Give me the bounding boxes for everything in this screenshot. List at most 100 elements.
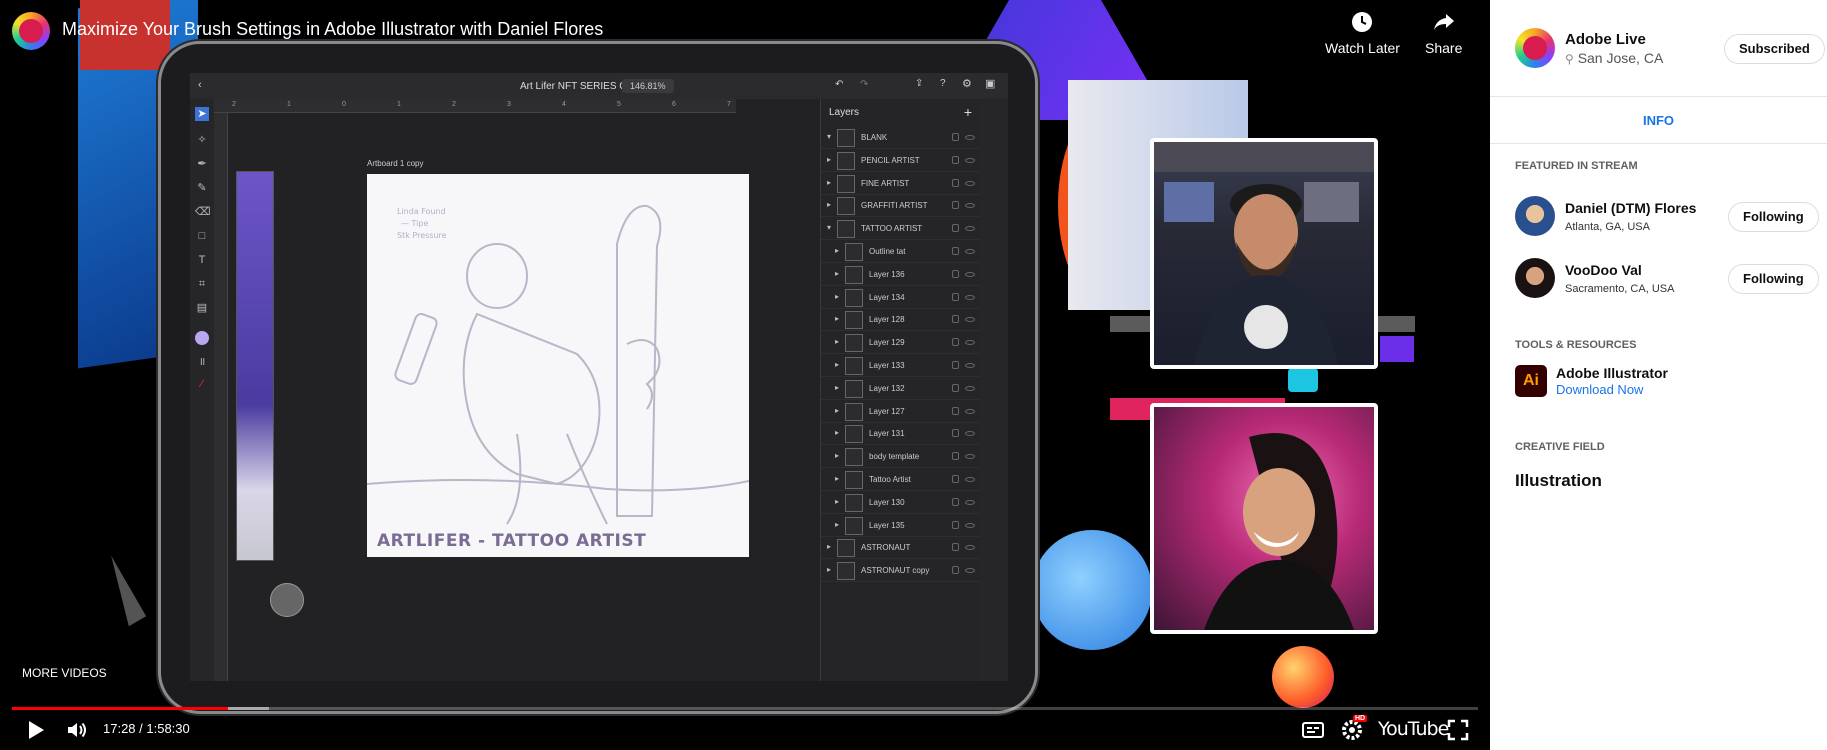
lock-icon[interactable] bbox=[952, 338, 959, 347]
lock-icon[interactable] bbox=[952, 497, 959, 506]
chevron-right-icon[interactable]: ▸ bbox=[827, 542, 831, 551]
video-title[interactable]: Maximize Your Brush Settings in Adobe Il… bbox=[62, 19, 603, 40]
tab-info[interactable]: INFO bbox=[1490, 98, 1827, 144]
visibility-eye-icon[interactable] bbox=[965, 180, 975, 186]
captions-icon[interactable] bbox=[1301, 718, 1325, 742]
lock-icon[interactable] bbox=[952, 155, 959, 164]
chevron-right-icon[interactable]: ▸ bbox=[835, 314, 839, 323]
layer-row[interactable]: ▸ Layer 131 bbox=[821, 423, 981, 446]
visibility-eye-icon[interactable] bbox=[965, 363, 975, 368]
visibility-eye-icon[interactable] bbox=[965, 203, 975, 209]
visibility-eye-icon[interactable] bbox=[965, 157, 975, 163]
avatar-daniel-flores[interactable] bbox=[1515, 196, 1555, 236]
lock-icon[interactable] bbox=[952, 292, 959, 301]
following-button-1[interactable]: Following bbox=[1728, 202, 1819, 232]
layer-row[interactable]: ▸ Layer 133 bbox=[821, 355, 981, 377]
youtube-logo[interactable]: YouTube bbox=[1378, 718, 1449, 740]
chevron-right-icon[interactable]: ▸ bbox=[835, 406, 839, 415]
settings-button[interactable]: HD bbox=[1340, 715, 1368, 742]
lock-icon[interactable] bbox=[952, 406, 959, 415]
visibility-eye-icon[interactable] bbox=[965, 271, 975, 277]
layer-row[interactable]: ▸ ASTRONAUT bbox=[821, 537, 981, 560]
chevron-down-icon[interactable]: ▾ bbox=[827, 223, 831, 232]
subscribed-button[interactable]: Subscribed bbox=[1724, 34, 1825, 64]
layer-row[interactable]: ▸ Layer 135 bbox=[821, 515, 981, 537]
chevron-right-icon[interactable]: ▸ bbox=[827, 178, 831, 187]
visibility-eye-icon[interactable] bbox=[965, 477, 975, 482]
lock-icon[interactable] bbox=[952, 383, 959, 392]
lock-icon[interactable] bbox=[952, 452, 959, 461]
layer-row[interactable]: ▸ Layer 132 bbox=[821, 378, 981, 400]
chevron-right-icon[interactable]: ▸ bbox=[835, 428, 839, 437]
lock-icon[interactable] bbox=[952, 224, 959, 233]
lock-icon[interactable] bbox=[952, 543, 959, 552]
chevron-right-icon[interactable]: ▸ bbox=[835, 292, 839, 301]
visibility-eye-icon[interactable] bbox=[965, 294, 975, 300]
video-player[interactable]: Maximize Your Brush Settings in Adobe Il… bbox=[0, 0, 1490, 750]
chevron-down-icon[interactable]: ▾ bbox=[827, 132, 831, 141]
channel-name[interactable]: Adobe Live bbox=[1565, 31, 1646, 48]
layer-row[interactable]: ▸ PENCIL ARTIST bbox=[821, 150, 981, 172]
layer-row[interactable]: ▾ TATTOO ARTIST bbox=[821, 218, 981, 241]
visibility-eye-icon[interactable] bbox=[965, 340, 975, 346]
lock-icon[interactable] bbox=[952, 475, 959, 483]
visibility-eye-icon[interactable] bbox=[965, 135, 975, 140]
layer-row[interactable]: ▸ Tattoo Artist bbox=[821, 469, 981, 491]
chevron-right-icon[interactable]: ▸ bbox=[835, 520, 839, 529]
more-videos-button[interactable]: MORE VIDEOS bbox=[22, 666, 107, 680]
chevron-right-icon[interactable]: ▸ bbox=[835, 474, 839, 483]
lock-icon[interactable] bbox=[952, 361, 959, 369]
fullscreen-icon[interactable] bbox=[1446, 718, 1470, 742]
lock-icon[interactable] bbox=[952, 429, 959, 438]
progress-bar[interactable] bbox=[12, 707, 1478, 710]
featured-name-1[interactable]: Daniel (DTM) Flores bbox=[1565, 200, 1696, 216]
lock-icon[interactable] bbox=[952, 315, 959, 324]
creative-field-value[interactable]: Illustration bbox=[1515, 471, 1602, 491]
volume-icon[interactable] bbox=[65, 718, 89, 742]
chevron-right-icon[interactable]: ▸ bbox=[835, 269, 839, 278]
layer-row[interactable]: ▸ body template bbox=[821, 446, 981, 469]
layer-row[interactable]: ▸ Layer 136 bbox=[821, 264, 981, 286]
play-icon[interactable] bbox=[23, 718, 47, 742]
visibility-eye-icon[interactable] bbox=[965, 226, 975, 232]
chevron-right-icon[interactable]: ▸ bbox=[835, 451, 839, 460]
watch-later-button[interactable]: Watch Later bbox=[1325, 10, 1400, 56]
visibility-eye-icon[interactable] bbox=[965, 249, 975, 254]
layer-row[interactable]: ▸ GRAFFITI ARTIST bbox=[821, 195, 981, 218]
lock-icon[interactable] bbox=[952, 201, 959, 210]
chevron-right-icon[interactable]: ▸ bbox=[827, 200, 831, 209]
layer-row[interactable]: ▸ Layer 134 bbox=[821, 287, 981, 309]
channel-logo-icon[interactable] bbox=[12, 12, 50, 50]
chevron-right-icon[interactable]: ▸ bbox=[835, 383, 839, 392]
layer-row[interactable]: ▸ Layer 130 bbox=[821, 492, 981, 514]
chevron-right-icon[interactable]: ▸ bbox=[835, 360, 839, 369]
layer-row[interactable]: ▸ Layer 127 bbox=[821, 401, 981, 423]
layer-row[interactable]: ▸ Layer 129 bbox=[821, 332, 981, 355]
layer-row[interactable]: ▸ Layer 128 bbox=[821, 309, 981, 332]
lock-icon[interactable] bbox=[952, 269, 959, 278]
featured-name-2[interactable]: VooDoo Val bbox=[1565, 262, 1642, 278]
layer-row[interactable]: ▸ ASTRONAUT copy bbox=[821, 560, 981, 583]
lock-icon[interactable] bbox=[952, 133, 959, 141]
visibility-eye-icon[interactable] bbox=[965, 408, 975, 414]
lock-icon[interactable] bbox=[952, 520, 959, 529]
visibility-eye-icon[interactable] bbox=[965, 522, 975, 528]
lock-icon[interactable] bbox=[952, 566, 959, 575]
chevron-right-icon[interactable]: ▸ bbox=[827, 565, 831, 574]
chevron-right-icon[interactable]: ▸ bbox=[835, 246, 839, 255]
chevron-right-icon[interactable]: ▸ bbox=[835, 497, 839, 506]
following-button-2[interactable]: Following bbox=[1728, 264, 1819, 294]
visibility-eye-icon[interactable] bbox=[965, 317, 975, 323]
illustrator-app-icon[interactable]: Ai bbox=[1515, 365, 1547, 397]
visibility-eye-icon[interactable] bbox=[965, 431, 975, 437]
visibility-eye-icon[interactable] bbox=[965, 545, 975, 551]
visibility-eye-icon[interactable] bbox=[965, 454, 975, 460]
share-button[interactable]: Share bbox=[1425, 10, 1462, 56]
lock-icon[interactable] bbox=[952, 178, 959, 187]
visibility-eye-icon[interactable] bbox=[965, 568, 975, 574]
layer-row[interactable]: ▾ BLANK bbox=[821, 127, 981, 149]
lock-icon[interactable] bbox=[952, 247, 959, 255]
chevron-right-icon[interactable]: ▸ bbox=[835, 337, 839, 346]
layer-row[interactable]: ▸ Outline tat bbox=[821, 241, 981, 263]
visibility-eye-icon[interactable] bbox=[965, 385, 975, 391]
